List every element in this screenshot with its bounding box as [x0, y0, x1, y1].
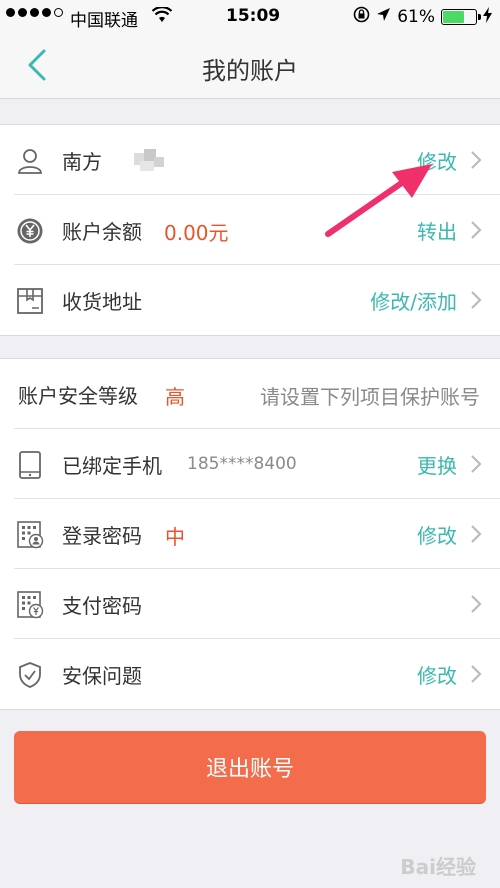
box-icon: [17, 288, 43, 314]
login-password-label: 登录密码: [62, 524, 142, 548]
row-address[interactable]: 收货地址 修改/添加: [0, 265, 500, 335]
keypad-user-icon: [17, 521, 44, 549]
phone-icon: [19, 451, 41, 479]
row-phone[interactable]: 已绑定手机 185****8400 更换: [0, 429, 500, 499]
edit-security-question-button[interactable]: 修改: [417, 660, 457, 689]
orientation-lock-icon: [353, 6, 370, 28]
annotation-arrow-icon: [325, 164, 432, 237]
carrier-name: 中国联通: [70, 11, 138, 31]
balance-value: 0.00元: [164, 221, 229, 245]
row-pay-password[interactable]: 支付密码: [0, 569, 500, 639]
username-label: 南方: [62, 150, 102, 174]
edit-login-password-button[interactable]: 修改: [417, 520, 457, 549]
battery-icon: [441, 9, 481, 25]
phone-number: 185****8400: [187, 454, 297, 474]
logout-button[interactable]: 退出账号: [14, 731, 486, 803]
security-group: 账户安全等级 高 请设置下列项目保护账号 已绑定手机 185****8400 更…: [0, 358, 500, 710]
phone-label: 已绑定手机: [62, 454, 162, 478]
battery-percent: 61%: [397, 7, 435, 27]
keypad-yuan-icon: [17, 591, 44, 619]
login-password-strength: 中: [165, 525, 185, 549]
security-level-value: 高: [165, 385, 185, 409]
watermark: Bai经验: [400, 855, 476, 879]
security-level-label: 账户安全等级: [18, 384, 138, 408]
yuan-coin-icon: [17, 218, 43, 244]
nav-bar: 我的账户: [0, 34, 500, 99]
chevron-right-icon: [471, 455, 482, 473]
blurred-name: [134, 149, 164, 171]
chevron-right-icon: [471, 665, 482, 683]
chevron-right-icon: [471, 221, 482, 239]
chevron-right-icon: [471, 525, 482, 543]
row-security-question[interactable]: 安保问题 修改: [0, 639, 500, 709]
clock: 15:09: [226, 6, 281, 26]
chevron-right-icon: [471, 595, 482, 613]
shield-check-icon: [19, 662, 41, 688]
status-bar: 中国联通 15:09 61%: [0, 0, 500, 34]
change-phone-button[interactable]: 更换: [417, 450, 457, 479]
security-hint: 请设置下列项目保护账号: [260, 385, 480, 409]
location-icon: [376, 7, 391, 27]
pay-password-label: 支付密码: [62, 594, 142, 618]
balance-label: 账户余额: [62, 220, 142, 244]
page-title: 我的账户: [202, 57, 298, 85]
signal-dots-icon: [6, 8, 63, 17]
chevron-right-icon: [471, 291, 482, 309]
row-security-level: 账户安全等级 高 请设置下列项目保护账号: [0, 359, 500, 429]
row-login-password[interactable]: 登录密码 中 修改: [0, 499, 500, 569]
security-question-label: 安保问题: [62, 664, 142, 688]
wifi-icon: [151, 6, 173, 27]
charging-icon: [483, 6, 492, 28]
chevron-right-icon: [471, 151, 482, 169]
edit-add-address-button[interactable]: 修改/添加: [370, 286, 457, 315]
user-icon: [18, 149, 42, 174]
address-label: 收货地址: [62, 290, 142, 314]
